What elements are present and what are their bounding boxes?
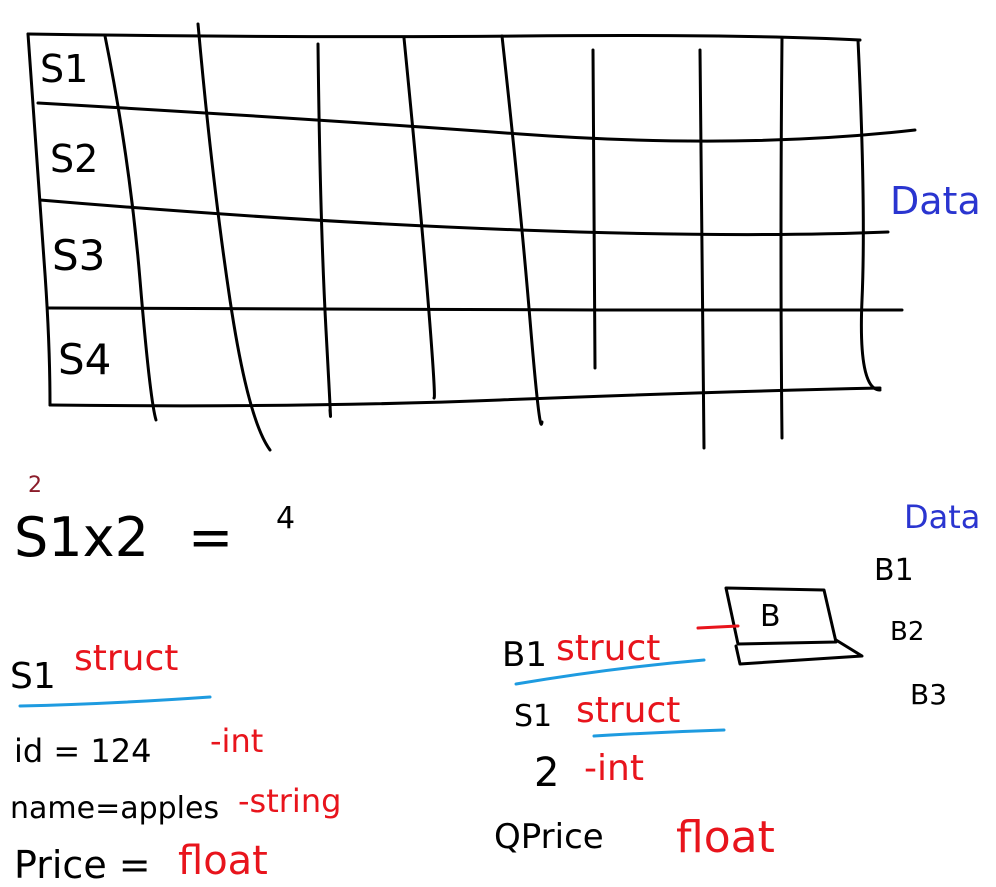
left-field-1-type: -int <box>210 722 263 760</box>
grid-col-line-3 <box>316 42 332 418</box>
left-heading-underline <box>18 695 212 708</box>
grid-col-line-2 <box>196 22 272 452</box>
right-line-3-type-label: int <box>597 748 644 789</box>
laptop-screen <box>724 586 838 646</box>
row-label-s4: S4 <box>58 335 111 384</box>
equation-superscript: 2 <box>28 473 42 498</box>
right-line-1: B1 <box>502 635 547 675</box>
left-heading: S1 <box>10 656 56 697</box>
right-line-3-type: -int <box>584 748 644 789</box>
row-label-s3: S3 <box>52 231 105 280</box>
equation-equals: = <box>188 506 233 569</box>
left-field-1-type-label: int <box>222 722 264 760</box>
row-label-s1: S1 <box>40 47 88 91</box>
right-line-2: S1 <box>514 699 552 734</box>
right-line-2-type: struct <box>576 690 680 731</box>
equation: 2 S1x2 = 4 <box>14 473 295 569</box>
row-label-s2: S2 <box>50 137 98 181</box>
equation-lhs: S1x2 <box>14 506 149 569</box>
grid-col-line-1 <box>103 34 158 422</box>
grid-row-line-3 <box>46 306 904 312</box>
laptop-box-label: B <box>760 599 781 634</box>
grid-row-line-2 <box>38 198 890 237</box>
left-field-2: name=apples <box>10 791 219 826</box>
left-field-3-type: float <box>178 838 268 884</box>
grid-row-line-1 <box>36 101 917 143</box>
left-struct-block: S1 struct id = 124 -int name=apples -str… <box>10 638 341 887</box>
equation-rhs: 4 <box>276 501 295 536</box>
grid-top-border <box>26 32 862 42</box>
right-line-3: 2 <box>534 750 559 796</box>
right-line-1-arrow <box>696 624 740 630</box>
right-line-4: QPrice <box>494 817 604 857</box>
grid-col-line-6 <box>591 48 597 370</box>
b-list-item-2: B2 <box>890 617 924 647</box>
data-grid <box>26 22 917 452</box>
right-data-label: Data <box>904 498 980 536</box>
laptop-box: B <box>724 586 864 666</box>
row-labels: S1 S2 S3 S4 <box>40 47 111 384</box>
right-struct-block: Data B B1 B2 B3 B1 struct S1 struct 2 -i… <box>494 498 980 863</box>
grid-col-line-4 <box>402 36 436 400</box>
grid-right-border <box>856 38 882 392</box>
left-heading-type: struct <box>74 638 178 679</box>
left-field-1: id = 124 <box>14 732 151 770</box>
right-line-1-type: struct <box>556 628 660 669</box>
right-line-4-type: float <box>676 812 775 863</box>
whiteboard-canvas: S1 S2 S3 S4 Data 2 S1x2 = 4 S1 struct id… <box>10 22 981 887</box>
grid-bottom-border <box>48 386 882 408</box>
grid-col-line-8 <box>779 36 784 440</box>
grid-col-line-7 <box>698 48 706 450</box>
b-list-item-3: B3 <box>910 678 947 711</box>
left-field-2-type-label: string <box>250 782 342 820</box>
data-label-top: Data <box>890 179 981 223</box>
left-field-3: Price = <box>14 843 151 887</box>
b-list-item-1: B1 <box>874 553 914 588</box>
left-field-2-type: -string <box>238 782 341 820</box>
